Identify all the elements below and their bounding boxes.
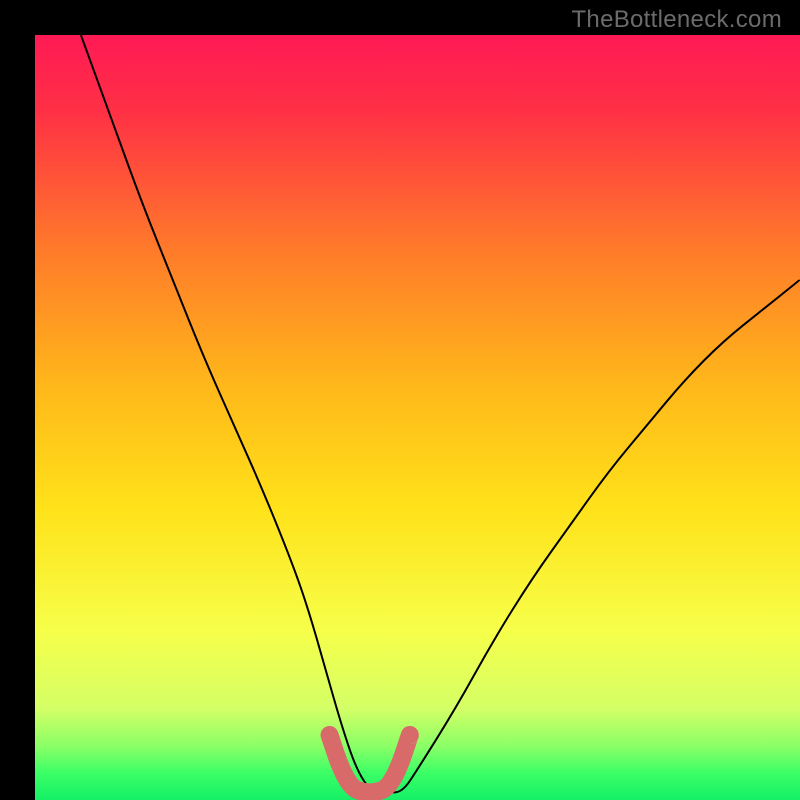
chart-canvas: [0, 0, 800, 800]
bottleneck-chart: TheBottleneck.com: [0, 0, 800, 800]
gradient-background: [35, 35, 800, 800]
watermark-label: TheBottleneck.com: [571, 6, 782, 34]
